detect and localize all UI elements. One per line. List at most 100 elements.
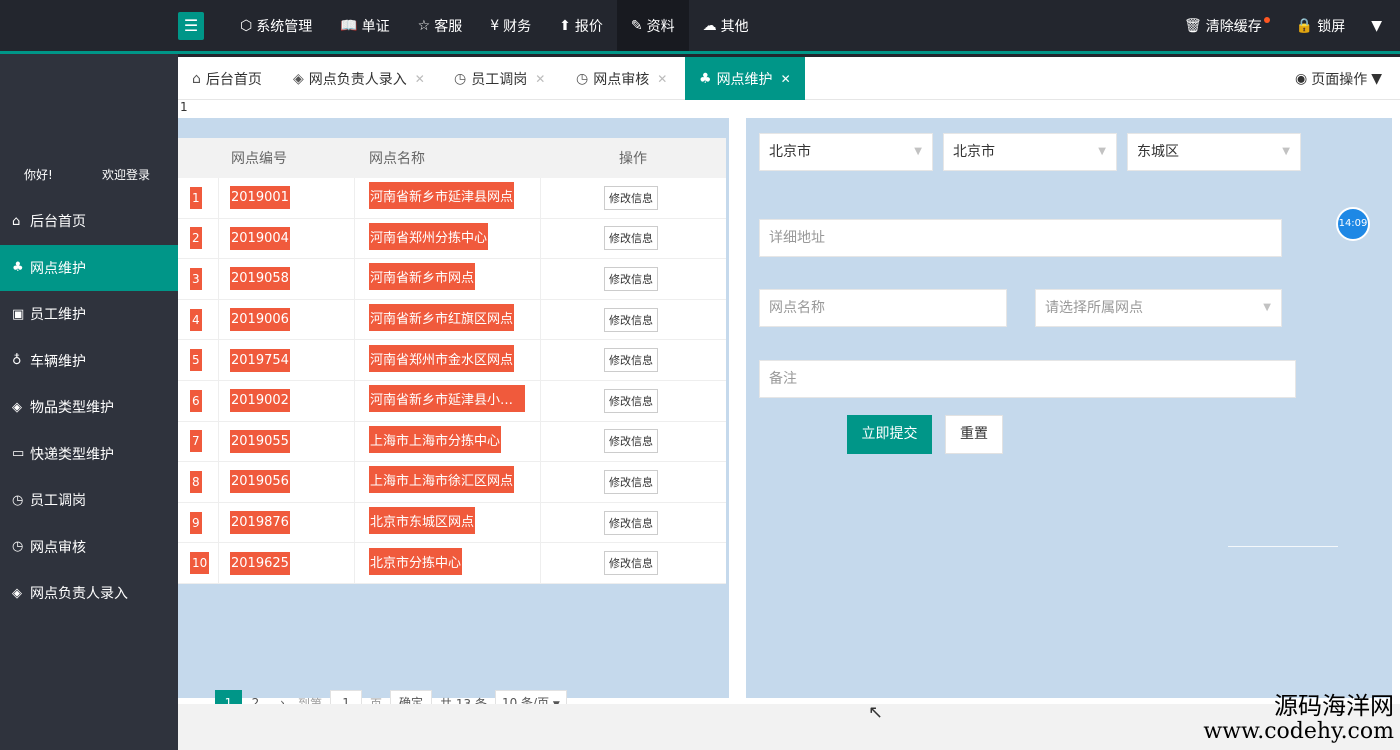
tab-home[interactable]: ⌂ 后台首页 — [192, 57, 262, 100]
close-icon[interactable]: ✕ — [535, 72, 545, 86]
nav-item-system[interactable]: ⬡ 系统管理 — [226, 0, 326, 51]
city-select[interactable]: 北京市 ▼ — [943, 133, 1117, 171]
sidebar-item-outlet-maintenance[interactable]: ♣ 网点维护 — [0, 244, 178, 291]
outlet-code: 2019001 — [230, 186, 290, 210]
row-number: 9 — [190, 511, 202, 534]
outlet-code: 2019058 — [230, 267, 290, 291]
yen-icon: ¥ — [490, 17, 500, 34]
edit-info-button[interactable]: 修改信息 — [604, 510, 658, 535]
remark-input[interactable]: 备注 — [759, 360, 1296, 398]
edit-icon: ✎ — [630, 17, 643, 34]
edit-info-button[interactable]: 修改信息 — [604, 307, 658, 332]
outlet-name: 河南省新乡市延津县网点 — [369, 182, 515, 210]
outlet-name-input[interactable]: 网点名称 — [759, 289, 1007, 327]
edit-info-button[interactable]: 修改信息 — [604, 469, 658, 494]
outlet-table: 网点编号 网点名称 操作 1 2019001 河南省新乡市延津县网点 修改信息 2 201… — [178, 138, 726, 584]
caret-down-icon: ▼ — [914, 146, 922, 157]
watermark: 源码海洋网 www.codehy.com — [1203, 692, 1394, 744]
content-marker: 1 — [180, 100, 188, 114]
outlet-code: 2019754 — [230, 348, 290, 372]
clear-cache-button[interactable]: 🗑 清除缓存 — [1184, 16, 1270, 36]
sidebar-item-home[interactable]: ⌂ 后台首页 — [0, 198, 178, 245]
cell-divider — [218, 340, 219, 380]
top-nav: ⬡ 系统管理 📖 单证 ☆ 客服 ¥ 财务 ⬆ 报价 ✎ 资料 ☁ 其他 — [226, 0, 763, 51]
sidebar-item-vehicle-maintenance[interactable]: ♁ 车辆维护 — [0, 338, 178, 385]
cell-divider — [354, 178, 355, 218]
clock-icon: ◷ — [454, 70, 467, 87]
outlet-code: 2019006 — [230, 308, 290, 332]
row-number: 6 — [190, 389, 202, 412]
sidebar-item-express-type[interactable]: ▭ 快递类型维护 — [0, 431, 178, 478]
nav-item-documents[interactable]: 📖 单证 — [326, 0, 403, 51]
user-dropdown-toggle[interactable]: ▼ — [1371, 18, 1382, 34]
tab-outlet-maintenance[interactable]: ♣ 网点维护 ✕ — [685, 57, 805, 100]
caret-down-icon: ▼ — [1263, 302, 1271, 313]
watermark-title: 源码海洋网 — [1274, 692, 1394, 720]
cell-divider — [218, 299, 219, 340]
side-menu: ⌂ 后台首页 ♣ 网点维护 ▣ 员工维护 ♁ 车辆维护 ◈ 物品类型维护 ▭ 快递类型维护 … — [0, 198, 178, 617]
sidebar-item-staff-maintenance[interactable]: ▣ 员工维护 — [0, 291, 178, 338]
cell-divider — [218, 502, 219, 543]
cell-divider — [218, 543, 219, 583]
header-actions: 🗑 清除缓存 🔒 锁屏 ▼ — [1158, 0, 1382, 51]
outlet-code: 2019002 — [230, 389, 290, 413]
lock-icon: 🔒 — [1295, 17, 1314, 34]
home-icon: ⌂ — [192, 70, 201, 87]
address-input[interactable]: 详细地址 — [759, 219, 1282, 257]
outlet-name: 上海市上海市分拣中心 — [369, 425, 502, 453]
clock-badge: 14:09 — [1336, 207, 1370, 241]
close-icon[interactable]: ✕ — [657, 72, 667, 86]
sidebar-item-staff-transfer[interactable]: ◷ 员工调岗 — [0, 477, 178, 524]
tab-manager-entry[interactable]: ◈ 网点负责人录入 ✕ — [293, 57, 425, 100]
hamburger-icon[interactable]: ☰ — [178, 12, 204, 40]
main-content: 1 网点编号 网点名称 操作 1 2019001 河南省新乡市延津县网点 修改信息 2 2… — [178, 100, 1400, 750]
sidebar-item-manager-entry[interactable]: ◈ 网点负责人录入 — [0, 570, 178, 617]
edit-info-button[interactable]: 修改信息 — [604, 226, 658, 251]
arrow-up-icon: ⬆ — [559, 17, 571, 34]
nav-item-finance[interactable]: ¥ 财务 — [476, 0, 545, 51]
col-header-code: 网点编号 — [231, 151, 287, 167]
page-operations-button[interactable]: ◉ 页面操作 ▼ — [1295, 57, 1382, 100]
reset-button[interactable]: 重置 — [945, 415, 1003, 454]
nav-item-data[interactable]: ✎ 资料 — [616, 0, 689, 51]
close-icon[interactable]: ✕ — [781, 72, 791, 86]
col-header-action: 操作 — [619, 151, 647, 167]
edit-info-button[interactable]: 修改信息 — [604, 429, 658, 454]
edit-info-button[interactable]: 修改信息 — [604, 266, 658, 291]
close-icon[interactable]: ✕ — [415, 72, 425, 86]
cell-divider — [540, 178, 541, 218]
cell-divider — [540, 218, 541, 259]
sidebar-item-outlet-review[interactable]: ◷ 网点审核 — [0, 524, 178, 571]
nav-item-quote[interactable]: ⬆ 报价 — [545, 0, 617, 51]
submit-button[interactable]: 立即提交 — [847, 415, 932, 454]
vehicle-icon: ♁ — [12, 353, 22, 369]
outlet-code: 2019056 — [230, 470, 290, 494]
edit-info-button[interactable]: 修改信息 — [604, 551, 658, 576]
tab-staff-transfer[interactable]: ◷ 员工调岗 ✕ — [454, 57, 545, 100]
table-row: 7 2019055 上海市上海市分拣中心 修改信息 — [178, 421, 726, 463]
tab-outlet-review[interactable]: ◷ 网点审核 ✕ — [576, 57, 667, 100]
edit-info-button[interactable]: 修改信息 — [604, 185, 658, 210]
outlet-code: 2019004 — [230, 226, 290, 250]
table-row: 3 2019058 河南省新乡市网点 修改信息 — [178, 259, 726, 300]
outlet-name: 河南省郑州分拣中心 — [369, 222, 489, 250]
nav-item-service[interactable]: ☆ 客服 — [404, 0, 477, 51]
cell-divider — [218, 178, 219, 218]
greeting-hello: 你好! — [24, 168, 53, 182]
cell-divider — [218, 380, 219, 421]
cell-divider — [540, 259, 541, 299]
caret-down-icon: ▼ — [1098, 146, 1106, 157]
outlet-list-panel: 网点编号 网点名称 操作 1 2019001 河南省新乡市延津县网点 修改信息 2 201… — [178, 118, 729, 716]
district-select[interactable]: 东城区 ▼ — [1127, 133, 1301, 171]
parent-outlet-select[interactable]: 请选择所属网点 ▼ — [1035, 289, 1282, 327]
edit-info-button[interactable]: 修改信息 — [604, 348, 658, 373]
caret-down-icon: ▼ — [1282, 146, 1290, 157]
table-row: 10 2019625 北京市分拣中心 修改信息 — [178, 543, 726, 584]
sidebar-item-item-type[interactable]: ◈ 物品类型维护 — [0, 384, 178, 431]
row-number: 10 — [190, 552, 210, 575]
cell-divider — [354, 502, 355, 543]
province-select[interactable]: 北京市 ▼ — [759, 133, 933, 171]
lock-screen-button[interactable]: 🔒 锁屏 — [1296, 16, 1345, 36]
nav-item-other[interactable]: ☁ 其他 — [689, 0, 763, 51]
edit-info-button[interactable]: 修改信息 — [604, 388, 658, 413]
